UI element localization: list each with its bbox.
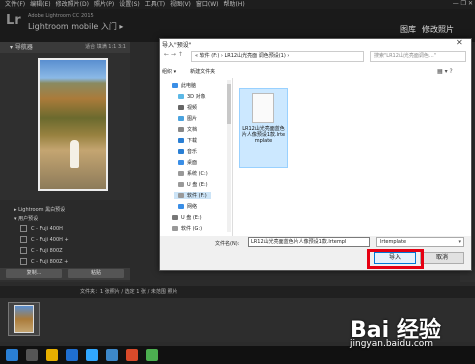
file-name: LR12山光亮面蓝色片人像预设1款.lrtemplate <box>241 126 286 144</box>
browser-icon[interactable] <box>66 349 78 361</box>
close-icon[interactable]: ✕ <box>456 38 463 47</box>
copy-button[interactable]: 复制... <box>6 269 62 278</box>
module-develop[interactable]: 修改照片 <box>422 25 454 34</box>
preset-icon <box>20 225 27 232</box>
computer-icon <box>172 83 178 88</box>
lr-logo: Lr <box>6 13 21 28</box>
menu-item[interactable]: 帮助(H) <box>224 1 245 8</box>
preset-folder[interactable]: ▾ 用户预设 <box>14 215 38 222</box>
preset-item[interactable]: C - Fuji 400H + <box>20 236 69 243</box>
paste-button[interactable]: 粘贴 <box>68 269 124 278</box>
nav-arrows-icon[interactable]: ← → ↑ <box>164 51 183 58</box>
menu-bar: 文件(F) 编辑(E) 修改照片(D) 照片(P) 设置(S) 工具(T) 视图(V) 窗口(… <box>0 0 475 9</box>
desktop-icon <box>178 160 184 165</box>
module-picker: 图库 修改照片 <box>400 24 460 35</box>
preset-item[interactable]: C - Fuji 400H <box>20 225 63 232</box>
preset-icon <box>20 258 27 265</box>
usb-icon <box>172 215 178 220</box>
video-icon <box>178 105 184 110</box>
filetype-select[interactable]: lrtemplate ▾ <box>376 237 464 247</box>
mobile-link[interactable]: Lightroom mobile 入门 ▸ <box>28 21 123 32</box>
scrollbar-thumb[interactable] <box>227 84 231 124</box>
sidebar-item[interactable]: 下载 <box>178 137 197 144</box>
search-input[interactable]: 搜索"LR12山光亮面调色..." <box>370 51 466 62</box>
menu-item[interactable]: 工具(T) <box>145 1 165 8</box>
music-icon <box>178 149 184 154</box>
filmstrip-bar: 文件夹：1 张照片 / 选定 1 张 / 未范围 照片 <box>0 286 475 298</box>
sidebar-item[interactable]: 网络 <box>178 203 197 210</box>
preset-icon <box>20 247 27 254</box>
menu-item[interactable]: 编辑(E) <box>30 1 50 8</box>
highlight-annotation <box>367 249 424 269</box>
sidebar-item[interactable]: 图片 <box>178 115 197 122</box>
navigator-zoom-options[interactable]: 适合 填满 1:1 3:1 <box>85 42 126 53</box>
app-icon[interactable] <box>126 349 138 361</box>
menu-item[interactable]: 视图(V) <box>170 1 191 8</box>
filename-label: 文件名(N): <box>215 241 240 247</box>
baidu-watermark-url: jingyan.baidu.com <box>350 339 434 349</box>
preset-folder[interactable]: ▸ Lightroom 黑白预设 <box>14 206 65 213</box>
address-bar[interactable]: « 软件 (F:) › LR12山光亮面 调色预设(1) › <box>191 51 364 62</box>
sidebar-item[interactable]: U 盘 (E:) <box>172 214 202 221</box>
sidebar-item[interactable]: 视频 <box>178 104 197 111</box>
app-title: Adobe Lightroom CC 2015 <box>28 13 94 19</box>
sidebar-item-selected[interactable]: 软件 (F:) <box>174 192 211 199</box>
chevron-down-icon: ▾ <box>458 239 461 245</box>
file-icon <box>252 93 274 123</box>
navigator-header[interactable]: ▾ 导航器 适合 填满 1:1 3:1 <box>0 42 130 53</box>
lightroom-icon[interactable] <box>106 349 118 361</box>
sidebar-item[interactable]: U 盘 (E:) <box>178 181 208 188</box>
menu-item[interactable]: 文件(F) <box>5 1 25 8</box>
preset-icon <box>20 236 27 243</box>
view-options-icon[interactable]: ▦ ▾ ? <box>437 68 453 75</box>
preset-item[interactable]: C - Fuji 800Z + <box>20 258 68 265</box>
sidebar-item[interactable]: 软件 (G:) <box>172 225 202 232</box>
search-icon[interactable] <box>26 349 38 361</box>
window-controls[interactable]: — ❐ ✕ <box>453 0 473 7</box>
sidebar-item[interactable]: 3D 对象 <box>178 93 206 100</box>
drive-icon <box>178 171 184 176</box>
navigator-preview <box>38 58 108 191</box>
new-folder-button[interactable]: 新建文件夹 <box>190 69 215 75</box>
drive-icon <box>172 226 178 231</box>
organize-button[interactable]: 组织 ▾ <box>162 69 176 75</box>
drive-icon <box>178 182 184 187</box>
picture-icon <box>178 116 184 121</box>
sidebar-item[interactable]: 桌面 <box>178 159 197 166</box>
app-icon[interactable] <box>146 349 158 361</box>
sidebar-item[interactable]: 文档 <box>178 126 197 133</box>
drive-icon <box>178 193 184 198</box>
menu-item[interactable]: 照片(P) <box>94 1 114 8</box>
preset-item[interactable]: C - Fuji 800Z <box>20 247 63 254</box>
sidebar-item[interactable]: 音乐 <box>178 148 197 155</box>
filename-input[interactable]: LR12山光亮面蓝色片人像预设1款.lrtempl <box>248 237 370 247</box>
dialog-toolbar: 组织 ▾ 新建文件夹 <box>162 68 229 75</box>
navigator-title: ▾ 导航器 <box>10 44 33 51</box>
photo-subject <box>70 140 79 168</box>
start-icon[interactable] <box>6 349 18 361</box>
sidebar-item[interactable]: 系统 (C:) <box>178 170 208 177</box>
menu-item[interactable]: 窗口(W) <box>196 1 219 8</box>
photoshop-icon[interactable] <box>86 349 98 361</box>
cube-icon <box>178 94 184 99</box>
filmstrip-info[interactable]: 文件夹：1 张照片 / 选定 1 张 / 未范围 照片 <box>80 289 177 295</box>
cancel-button[interactable]: 取消 <box>420 252 464 264</box>
network-icon <box>178 204 184 209</box>
dialog-title: 导入"预设" <box>162 42 192 49</box>
sidebar-item[interactable]: 此电脑 <box>172 82 196 89</box>
dialog-sidebar <box>162 78 233 236</box>
module-library[interactable]: 图库 <box>400 25 416 34</box>
folder-icon[interactable] <box>46 349 58 361</box>
thumbnail-image <box>14 305 34 333</box>
download-icon <box>178 138 184 143</box>
menu-item[interactable]: 修改照片(D) <box>56 1 89 8</box>
menu-item[interactable]: 设置(S) <box>119 1 140 8</box>
document-icon <box>178 127 184 132</box>
